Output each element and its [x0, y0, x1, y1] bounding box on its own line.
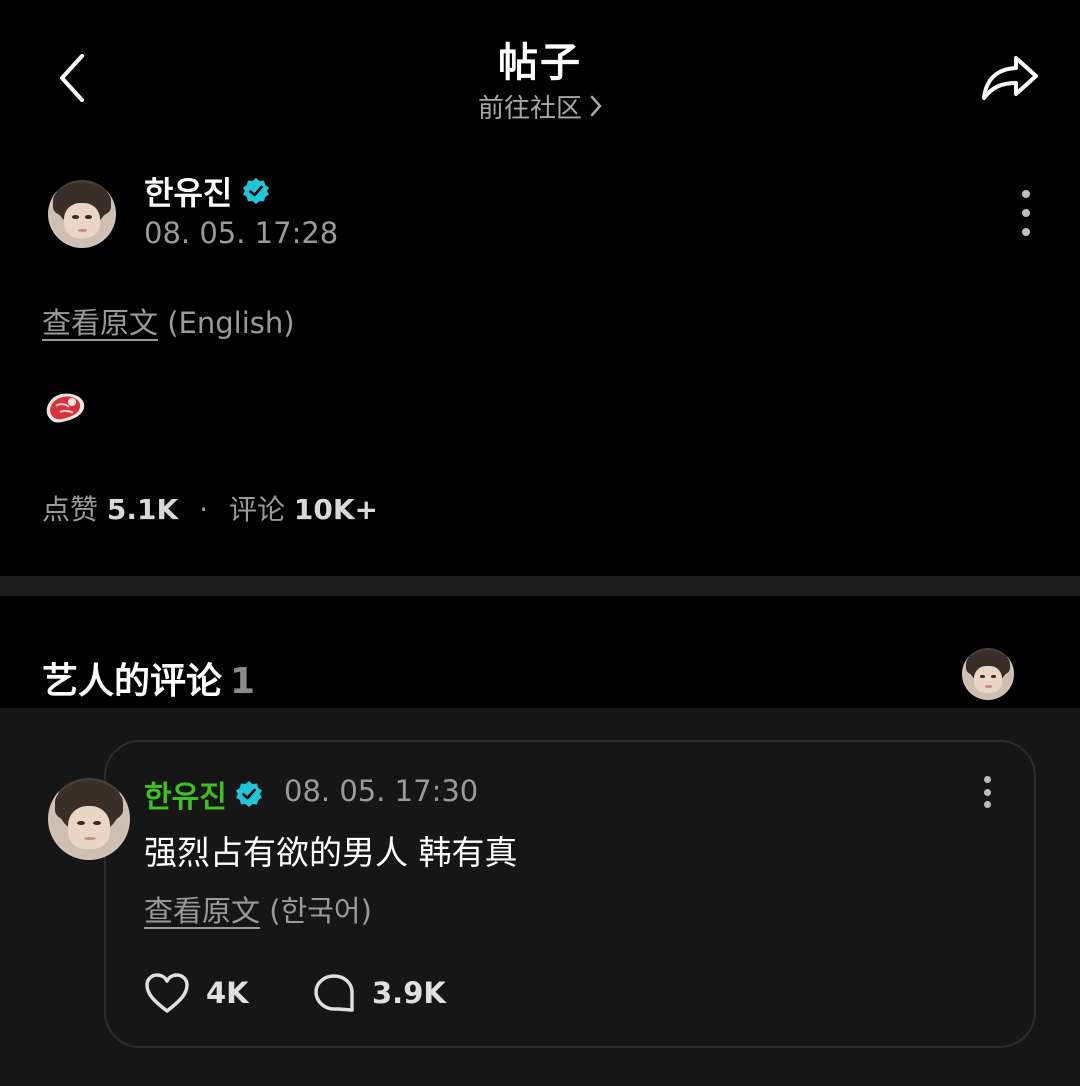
go-to-community-link[interactable]: 前往社区 — [0, 88, 1080, 125]
comment-view-original-row: 查看原文 (한국어) — [144, 888, 372, 930]
comment-text: 强烈占有欲的男人 韩有真 — [144, 833, 518, 872]
share-icon — [982, 56, 1038, 100]
reply-button[interactable]: 3.9K — [312, 972, 446, 1014]
heart-icon — [145, 973, 189, 1013]
page-title: 帖子 — [498, 40, 582, 86]
comment-bubble-icon — [314, 974, 354, 1012]
share-button[interactable] — [974, 46, 1046, 110]
post-more-button[interactable] — [1008, 190, 1044, 236]
artist-comments-heading: 艺人的评论 1 — [42, 652, 255, 704]
post-stats: 点赞 5.1K · 评论 10K+ — [42, 488, 378, 528]
chevron-right-icon — [590, 94, 602, 124]
comment-original-language: (한국어) — [269, 894, 372, 928]
artist-comments-count: 1 — [230, 661, 256, 702]
post-timestamp: 08. 05. 17:28 — [144, 216, 339, 250]
verified-badge-icon — [243, 178, 270, 204]
more-dots-icon — [1022, 190, 1030, 198]
comments-count: 10K+ — [293, 493, 378, 526]
post-author[interactable]: 한유진 — [144, 168, 270, 214]
comment-view-original-link[interactable]: 查看原文 — [144, 894, 260, 928]
artist-avatar[interactable] — [962, 648, 1014, 700]
like-count: 4K — [206, 976, 249, 1010]
author-name: 한유진 — [144, 174, 233, 212]
likes-label: 点赞 — [42, 493, 99, 526]
comments-label: 评论 — [228, 493, 285, 526]
comment-author-avatar[interactable] — [48, 778, 130, 860]
section-divider — [0, 576, 1080, 596]
more-dots-icon — [983, 776, 991, 783]
view-original-link[interactable]: 查看原文 — [42, 306, 158, 340]
verified-badge-icon — [235, 781, 262, 807]
artist-comments-title: 艺人的评论 — [42, 661, 223, 702]
likes-count: 5.1K — [106, 493, 179, 526]
community-link-label: 前往社区 — [477, 94, 582, 124]
steak-emoji-icon — [46, 393, 85, 423]
like-button[interactable]: 4K — [144, 972, 249, 1014]
stats-separator: · — [199, 493, 209, 526]
comment-author-name: 한유진 — [144, 780, 227, 815]
comment-author[interactable]: 한유진 — [144, 772, 263, 816]
reply-count: 3.9K — [372, 976, 446, 1010]
original-language: (English) — [167, 306, 295, 340]
author-avatar[interactable] — [48, 180, 116, 248]
comment-more-button[interactable] — [978, 776, 996, 808]
view-original-row: 查看原文 (English) — [42, 300, 295, 342]
comment-timestamp: 08. 05. 17:30 — [284, 774, 479, 808]
